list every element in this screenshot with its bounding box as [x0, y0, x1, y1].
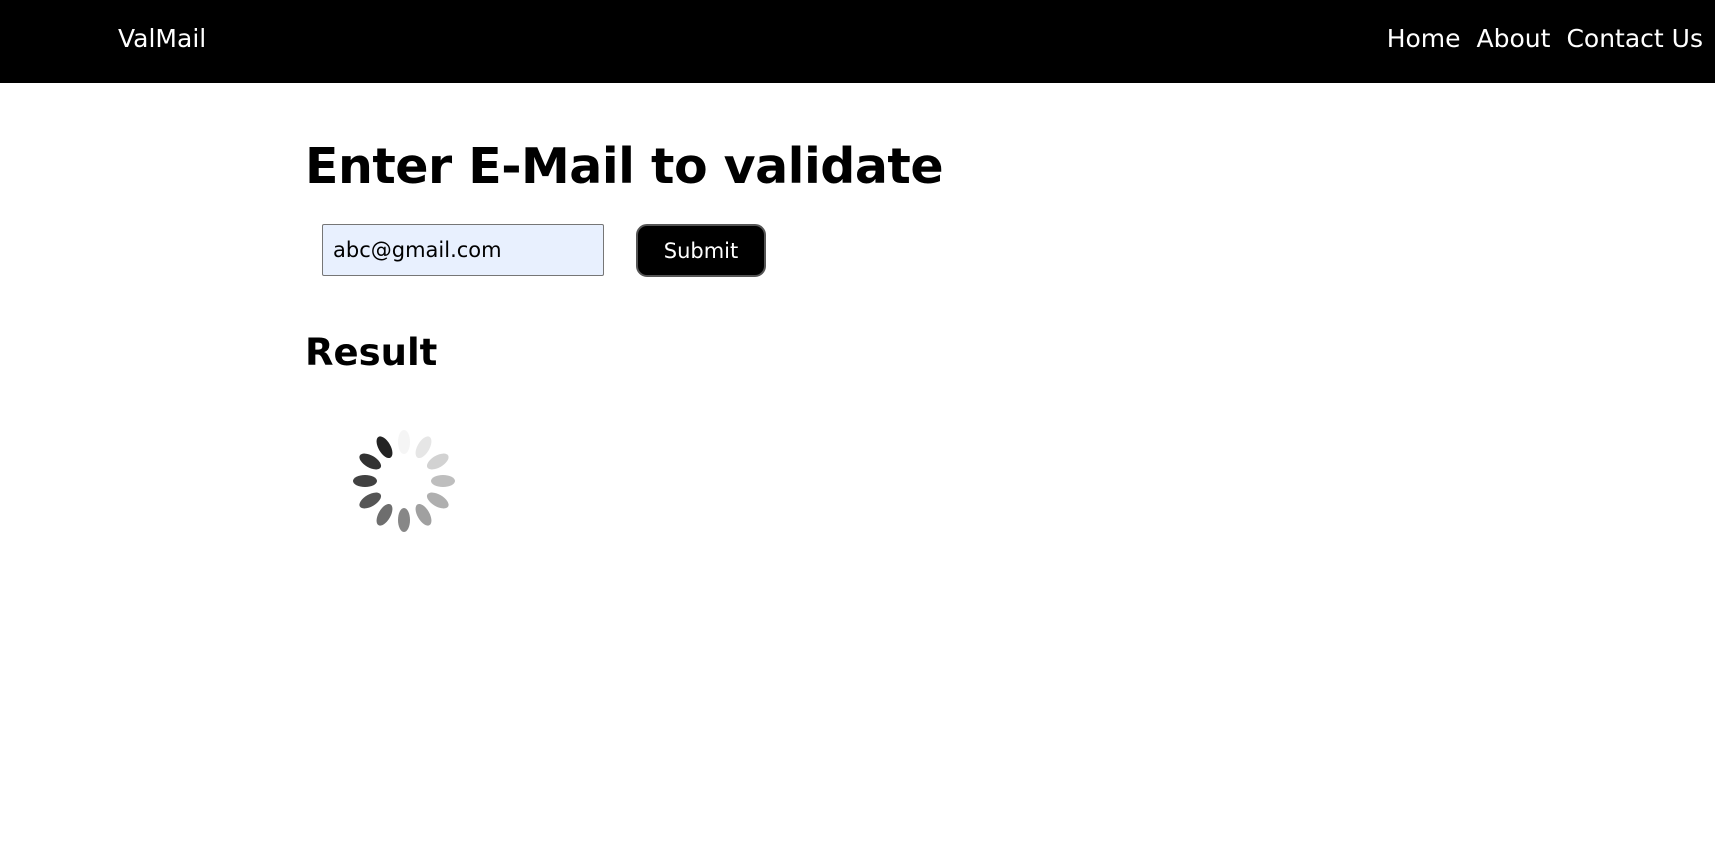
spinner-segment [426, 453, 449, 470]
result-heading: Result [305, 331, 438, 374]
page-title: Enter E-Mail to validate [305, 138, 944, 195]
spinner-segment [415, 503, 432, 526]
spinner-segment [376, 503, 393, 526]
nav-links: Home About Contact Us [1387, 22, 1703, 56]
submit-button[interactable]: Submit [636, 224, 766, 277]
spinner-segment [415, 436, 432, 459]
spinner-segment [353, 475, 377, 487]
nav-link-contact-us[interactable]: Contact Us [1566, 22, 1703, 56]
spinner-segment [398, 430, 410, 454]
spinner-segment [431, 475, 455, 487]
brand-logo-link[interactable]: ValMail [118, 22, 206, 56]
navbar: ValMail Home About Contact Us [0, 0, 1715, 83]
spinner-segment [426, 492, 449, 509]
email-input[interactable] [322, 224, 604, 276]
spinner-segment [359, 492, 382, 509]
spinner-segment [376, 436, 393, 459]
nav-link-about[interactable]: About [1477, 22, 1551, 56]
nav-link-home[interactable]: Home [1387, 22, 1461, 56]
loading-spinner-icon [353, 430, 455, 532]
spinner-segment [359, 453, 382, 470]
spinner-segment [398, 508, 410, 532]
